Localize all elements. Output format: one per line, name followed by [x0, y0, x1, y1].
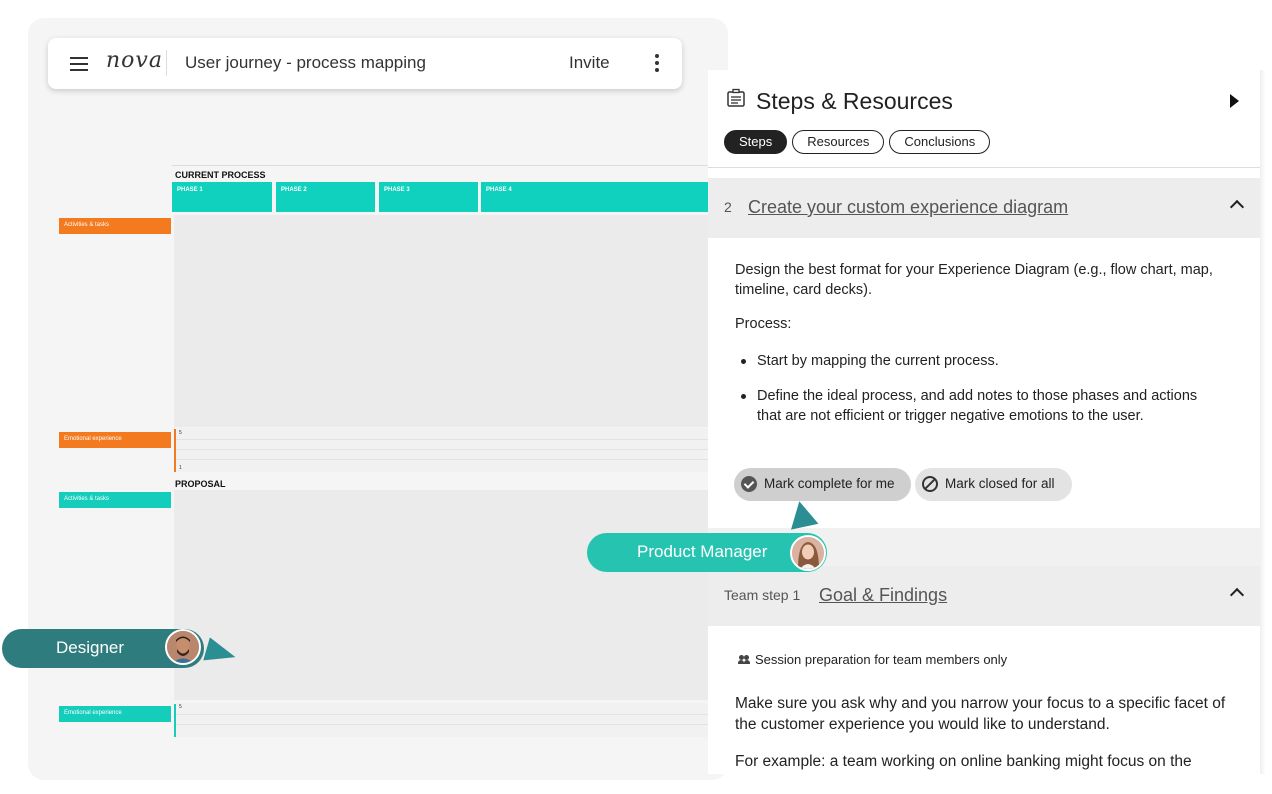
emotion-scale-top: 5: [179, 430, 182, 436]
current-emotion-band[interactable]: [176, 428, 708, 472]
panel-divider: [708, 167, 1260, 168]
phase-2-header[interactable]: PHASE 2: [276, 182, 375, 212]
emotion-gridline: [176, 439, 708, 440]
emotion-scale-top: 5: [179, 704, 182, 710]
mark-complete-button[interactable]: Mark complete for me: [734, 468, 911, 501]
current-activities-area[interactable]: [174, 215, 708, 427]
step-2-header[interactable]: 2 Create your custom experience diagram: [708, 178, 1260, 238]
emotion-scale-bottom: 1: [179, 465, 182, 471]
workspace: CURRENT PROCESS PHASE 1 PHASE 2 PHASE 3 …: [0, 0, 1272, 794]
list-item: Define the ideal process, and add notes …: [738, 386, 1218, 426]
phase-1-header[interactable]: PHASE 1: [172, 182, 272, 212]
team-step-para-1: Make sure you ask why and you narrow you…: [735, 695, 1226, 733]
phase-4-header[interactable]: PHASE 4: [481, 182, 708, 212]
chevron-up-icon[interactable]: [1229, 587, 1245, 603]
block-icon: [922, 476, 938, 492]
panel-edge: [1260, 70, 1266, 774]
team-step-title-link[interactable]: Goal & Findings: [819, 585, 947, 606]
panel-tabs: Steps Resources Conclusions: [724, 130, 991, 154]
nova-logo[interactable]: nova: [106, 48, 163, 73]
step-number: 2: [724, 199, 732, 215]
process-bullets: Start by mapping the current process. De…: [738, 351, 1218, 441]
chevron-up-icon[interactable]: [1229, 199, 1245, 215]
invite-button[interactable]: Invite: [569, 53, 610, 73]
top-bar: nova User journey - process mapping Invi…: [48, 38, 682, 89]
mark-closed-label: Mark closed for all: [945, 476, 1055, 491]
steps-list-icon: [727, 88, 745, 107]
team-step-number: Team step 1: [724, 587, 801, 603]
step-2-intro: Design the best format for your Experien…: [735, 262, 1213, 298]
people-icon: [738, 655, 750, 664]
team-step-1-header[interactable]: Team step 1 Goal & Findings: [708, 566, 1260, 626]
more-options-icon[interactable]: [654, 54, 660, 72]
step-2-title-link[interactable]: Create your custom experience diagram: [748, 197, 1068, 218]
designer-avatar: [165, 629, 201, 665]
team-step-para-2: For example: a team working on online ba…: [735, 753, 1192, 770]
collapse-panel-icon[interactable]: [1230, 94, 1239, 108]
steps-resources-panel: Steps & Resources Steps Resources Conclu…: [708, 70, 1260, 774]
emotion-gridline: [176, 724, 708, 725]
emotion-axis-bar: [174, 704, 176, 737]
product-manager-avatar: [790, 535, 826, 571]
tab-steps[interactable]: Steps: [724, 130, 788, 154]
emotional-experience-tag[interactable]: Emotional experience: [59, 432, 171, 448]
proposal-activities-area[interactable]: [174, 490, 708, 700]
emotion-gridline: [176, 459, 708, 460]
list-item: Start by mapping the current process.: [738, 351, 1218, 371]
proposal-emotion-band[interactable]: [176, 703, 708, 737]
emotion-axis-bar: [174, 429, 176, 472]
team-note-text: Session preparation for team members onl…: [755, 652, 1008, 667]
current-process-label: CURRENT PROCESS: [175, 170, 266, 180]
mark-closed-button[interactable]: Mark closed for all: [915, 468, 1072, 501]
proposal-label: PROPOSAL: [175, 479, 226, 489]
menu-icon[interactable]: [70, 57, 88, 71]
document-title[interactable]: User journey - process mapping: [185, 53, 426, 73]
emotion-gridline: [176, 449, 708, 450]
board-divider: [172, 165, 708, 166]
team-only-note: Session preparation for team members onl…: [738, 652, 1007, 667]
phase-3-header[interactable]: PHASE 3: [379, 182, 478, 212]
tab-conclusions[interactable]: Conclusions: [889, 130, 991, 154]
tab-resources[interactable]: Resources: [792, 130, 885, 154]
mark-complete-label: Mark complete for me: [764, 476, 895, 491]
activities-tasks-tag[interactable]: Activities & tasks: [59, 218, 171, 234]
proposal-emotional-tag[interactable]: Emotional experience: [59, 706, 171, 722]
check-circle-icon: [741, 476, 757, 492]
process-label: Process:: [735, 316, 792, 332]
emotion-gridline: [176, 714, 708, 715]
topbar-divider: [166, 50, 167, 76]
proposal-activities-tag[interactable]: Activities & tasks: [59, 492, 171, 508]
panel-title: Steps & Resources: [756, 88, 953, 114]
